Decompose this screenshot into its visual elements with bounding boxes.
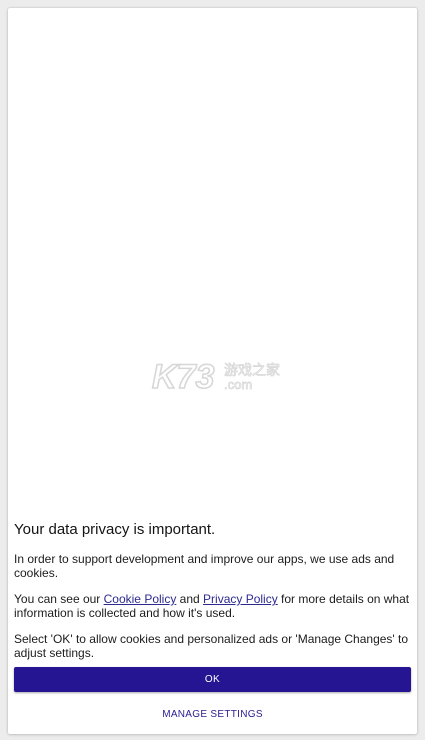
consent-content: Your data privacy is important. In order… [14,520,411,672]
privacy-policy-link[interactable]: Privacy Policy [203,592,278,606]
consent-paragraph-usage: In order to support development and impr… [14,552,395,580]
policies-text-before: You can see our [14,592,104,606]
consent-paragraph-policies: You can see our Cookie Policy and Privac… [14,592,411,620]
watermark-domain: .com [224,377,252,392]
consent-title: Your data privacy is important. [14,521,216,538]
consent-paragraph-instructions: Select 'OK' to allow cookies and persona… [14,632,409,660]
manage-settings-button[interactable]: MANAGE SETTINGS [14,702,411,726]
policies-text-and: and [176,592,204,606]
ok-button[interactable]: OK [14,667,411,692]
watermark-logo-text: K73 [152,358,214,396]
consent-dialog-page: K73 游戏之家 .com Your data privacy is impor… [8,8,417,734]
k73-watermark-logo: K73 游戏之家 .com [151,357,280,397]
cookie-policy-link[interactable]: Cookie Policy [104,592,177,606]
